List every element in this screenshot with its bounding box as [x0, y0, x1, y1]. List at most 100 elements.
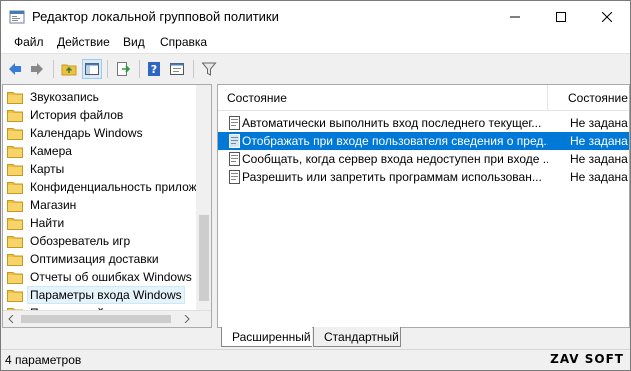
policy-state: Не задана	[570, 134, 628, 148]
policy-setting-icon	[229, 170, 240, 184]
close-button[interactable]	[584, 1, 630, 32]
folder-icon	[7, 235, 23, 248]
tree-item[interactable]: Камера	[3, 142, 74, 160]
tree-item[interactable]: История файлов	[3, 106, 125, 124]
policy-state: Не задана	[570, 170, 628, 184]
show-hide-console-tree-button[interactable]	[82, 59, 102, 79]
menu-action[interactable]: Действие	[57, 35, 110, 49]
tree-item-label: Параметры входа Windows	[27, 286, 185, 304]
tree-item-label: Обозреватель игр	[30, 234, 131, 248]
svg-text:?: ?	[151, 63, 157, 76]
folder-icon	[7, 127, 23, 140]
tree-item[interactable]: Календарь Windows	[3, 124, 145, 142]
tree-item-label: Конфиденциальность прилож	[30, 180, 197, 194]
folder-icon	[7, 91, 23, 104]
tab-standard-label: Стандартный	[324, 330, 399, 344]
forward-button[interactable]	[27, 59, 47, 79]
tree-item-label: Отчеты об ошибках Windows	[30, 270, 192, 284]
tree-vertical-scrollbar[interactable]	[196, 85, 211, 310]
folder-icon	[7, 289, 23, 302]
list-header: Состояние Состояние	[218, 85, 629, 111]
tree-item[interactable]: Отчеты об ошибках Windows	[3, 268, 194, 286]
toolbar-separator	[53, 60, 54, 78]
export-list-button[interactable]	[113, 59, 133, 79]
properties-button[interactable]	[167, 59, 187, 79]
tab-standard[interactable]: Стандартный	[313, 327, 401, 347]
tab-extended[interactable]: Расширенный	[221, 327, 312, 347]
status-text: 4 параметров	[5, 353, 82, 367]
tree-item-label: Звукозапись	[30, 90, 99, 104]
tree-item[interactable]: Магазин	[3, 196, 78, 214]
policy-name: Отображать при входе пользователя сведен…	[242, 134, 548, 148]
maximize-button[interactable]	[538, 1, 584, 32]
policy-name: Разрешить или запретить программам испол…	[242, 170, 542, 184]
menu-view[interactable]: Вид	[123, 35, 145, 49]
tree-horizontal-scroll-thumb[interactable]	[21, 315, 171, 323]
tab-extended-label: Расширенный	[232, 330, 311, 344]
policy-row[interactable]: Автоматически выполнить вход последнего …	[218, 114, 629, 132]
tree-item[interactable]: Карты	[3, 160, 66, 178]
column-divider[interactable]	[547, 85, 548, 111]
policy-name: Сообщать, когда сервер входа недоступен …	[242, 152, 548, 166]
column-header-setting[interactable]: Состояние	[227, 91, 287, 105]
menu-file[interactable]: Файл	[14, 35, 44, 49]
toolbar-separator	[139, 60, 140, 78]
folder-icon	[7, 109, 23, 122]
up-folder-button[interactable]	[59, 59, 79, 79]
arrow-left-icon	[9, 63, 21, 75]
policy-state: Не задана	[570, 116, 628, 130]
minimize-icon	[510, 16, 520, 17]
tree-horizontal-scrollbar[interactable]	[3, 310, 211, 327]
column-header-state[interactable]: Состояние	[568, 91, 628, 105]
policy-list[interactable]: Состояние Состояние Автоматически выполн…	[217, 84, 630, 328]
policy-row[interactable]: Сообщать, когда сервер входа недоступен …	[218, 150, 629, 168]
view-tabs: Расширенный Стандартный	[217, 327, 630, 349]
status-bar: 4 параметров ZAV SOFT	[1, 349, 630, 370]
minimize-button[interactable]	[492, 1, 538, 32]
export-icon	[117, 62, 131, 76]
title-bar[interactable]: Редактор локальной групповой политики	[1, 1, 630, 32]
menu-help[interactable]: Справка	[160, 35, 207, 49]
tree-item-label: Магазин	[30, 198, 77, 212]
folder-icon	[7, 181, 23, 194]
scroll-left-button[interactable]	[3, 311, 19, 327]
folder-icon	[7, 199, 23, 212]
toolbar-separator	[193, 60, 194, 78]
tree-item[interactable]: Обозреватель игр	[3, 232, 132, 250]
filter-icon	[201, 62, 217, 76]
folder-icon	[7, 163, 23, 176]
console-tree-icon	[85, 63, 99, 75]
tree-item[interactable]: Оптимизация доставки	[3, 250, 161, 268]
gpedit-window: Редактор локальной групповой политики Фа…	[0, 0, 631, 371]
chevron-left-icon	[8, 315, 14, 323]
tree-item-label: Камера	[30, 144, 72, 158]
tree-item[interactable]: Конфиденциальность прилож	[3, 178, 199, 196]
properties-icon	[170, 63, 184, 75]
policy-setting-icon	[229, 116, 240, 130]
toolbar-separator	[107, 60, 108, 78]
tree-item-label: Карты	[30, 162, 65, 176]
tree-item-label: Найти	[30, 216, 65, 230]
console-tree[interactable]: Звукозапись История файлов Календарь Windo…	[2, 84, 212, 328]
filter-button[interactable]	[199, 59, 219, 79]
maximize-icon	[556, 11, 566, 22]
back-button[interactable]	[5, 59, 25, 79]
tree-item[interactable]: Найти	[3, 214, 66, 232]
policy-setting-icon	[229, 134, 240, 148]
toolbar: ?	[1, 53, 630, 83]
policy-row[interactable]: Разрешить или запретить программам испол…	[218, 168, 629, 186]
tree-item[interactable]: Звукозапись	[3, 88, 101, 106]
arrow-right-icon	[31, 63, 43, 75]
policy-setting-icon	[229, 152, 240, 166]
help-button[interactable]: ?	[144, 59, 164, 79]
chevron-right-icon	[184, 315, 190, 323]
folder-icon	[7, 145, 23, 158]
folder-up-icon	[61, 64, 77, 76]
watermark-logo: ZAV SOFT	[550, 352, 624, 366]
folder-icon	[7, 253, 23, 266]
gpedit-app-icon	[9, 10, 25, 24]
tree-vertical-scroll-thumb[interactable]	[199, 215, 209, 301]
policy-row[interactable]: Отображать при входе пользователя сведен…	[218, 132, 629, 150]
tree-item[interactable]: Параметры входа Windows	[3, 286, 185, 304]
scroll-right-button[interactable]	[179, 311, 195, 327]
